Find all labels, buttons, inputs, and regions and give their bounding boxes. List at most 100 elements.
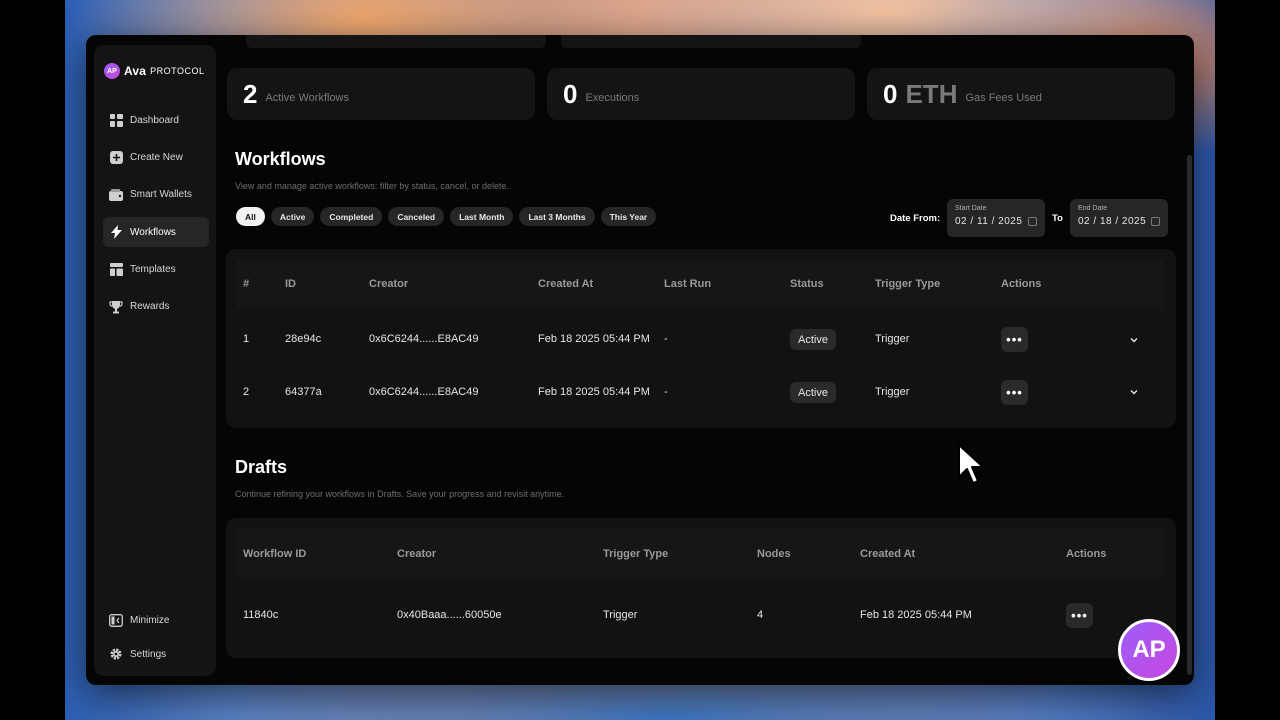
- workflows-subtitle: View and manage active workflows: filter…: [235, 181, 509, 191]
- end-date-picker[interactable]: End Date 02 / 18 / 2025: [1070, 199, 1168, 237]
- brand-name-sub: PROTOCOL: [150, 66, 205, 76]
- top-card-ghost: [246, 35, 546, 48]
- wallet-icon: [109, 188, 123, 202]
- trigger-type: Trigger: [875, 386, 910, 398]
- stat-executions: 0 Executions: [547, 68, 855, 120]
- creator-address: 0x6C6244......E8AC49: [369, 386, 479, 398]
- col-header: ID: [285, 278, 296, 290]
- more-actions-button[interactable]: •••: [1066, 603, 1093, 628]
- filter-last-3-months[interactable]: Last 3 Months: [519, 207, 595, 226]
- stat-value: 2: [243, 78, 258, 109]
- col-header: Trigger Type: [603, 548, 669, 560]
- bolt-icon: [109, 225, 123, 240]
- logo-mark-icon: AP: [104, 63, 120, 79]
- draft-workflow-id: 11840c: [243, 609, 279, 621]
- minimize-icon: [109, 613, 123, 627]
- stat-value: 0: [883, 78, 898, 109]
- trigger-type: Trigger: [603, 609, 638, 621]
- col-header: Status: [790, 278, 824, 290]
- dashboard-icon: [109, 113, 123, 127]
- sidebar: AP Ava PROTOCOL Dashboard Create New Sma…: [94, 45, 216, 676]
- sidebar-item-create-new[interactable]: Create New: [103, 142, 209, 172]
- col-header: #: [243, 278, 250, 290]
- minimize-button[interactable]: Minimize: [103, 605, 209, 635]
- col-header: Nodes: [757, 548, 791, 560]
- creator-address: 0x40Baaa......60050e: [397, 609, 502, 621]
- col-header: Last Run: [664, 278, 712, 290]
- more-actions-button[interactable]: •••: [1001, 380, 1028, 405]
- brand-name: Ava: [124, 64, 147, 78]
- workflows-table: # ID Creator Created At Last Run Status …: [226, 249, 1176, 428]
- top-card-ghost: [561, 35, 861, 48]
- created-at: Feb 18 2025 05:44 PM: [538, 333, 650, 345]
- template-icon: [109, 263, 123, 277]
- sidebar-item-label: Smart Wallets: [130, 189, 192, 201]
- mouse-cursor-icon: [958, 444, 984, 484]
- sidebar-item-workflows[interactable]: Workflows: [103, 217, 209, 248]
- sidebar-item-label: Settings: [130, 648, 167, 660]
- workflow-id: 28e94c: [285, 333, 322, 345]
- last-run: -: [664, 333, 668, 345]
- filter-all[interactable]: All: [236, 207, 265, 226]
- trophy-icon: [109, 300, 123, 314]
- corner-logo-badge: AP: [1118, 619, 1180, 681]
- scrollbar[interactable]: [1187, 155, 1192, 675]
- drafts-subtitle: Continue refining your workflows in Draf…: [235, 489, 565, 499]
- letterbox-left: [0, 0, 65, 720]
- row-number: 1: [243, 333, 250, 345]
- stat-unit: ETH: [905, 78, 958, 109]
- status-badge: Active: [790, 329, 836, 350]
- sidebar-item-label: Create New: [130, 151, 183, 163]
- calendar-icon[interactable]: [1028, 217, 1037, 226]
- sidebar-item-dashboard[interactable]: Dashboard: [103, 105, 209, 135]
- sidebar-item-label: Rewards: [130, 301, 170, 313]
- stat-value: 0: [563, 78, 578, 109]
- more-actions-button[interactable]: •••: [1001, 327, 1028, 352]
- sidebar-item-label: Templates: [130, 264, 176, 276]
- filter-canceled[interactable]: Canceled: [388, 207, 445, 226]
- letterbox-right: [1215, 0, 1280, 720]
- col-header: Creator: [397, 548, 437, 560]
- brand-logo[interactable]: AP Ava PROTOCOL: [104, 63, 205, 79]
- to-label: To: [1052, 213, 1063, 224]
- start-date-picker[interactable]: Start Date 02 / 11 / 2025: [947, 199, 1045, 237]
- stat-label: Gas Fees Used: [965, 92, 1042, 104]
- start-date-value: 02 / 11 / 2025: [955, 216, 1023, 227]
- stat-gas-fees: 0 ETH Gas Fees Used: [867, 68, 1175, 120]
- col-header: Created At: [860, 548, 916, 560]
- filter-this-year[interactable]: This Year: [600, 207, 657, 226]
- stat-label: Active Workflows: [265, 92, 350, 104]
- filter-completed[interactable]: Completed: [320, 207, 383, 226]
- col-header: Created At: [538, 278, 594, 290]
- filter-active[interactable]: Active: [270, 207, 315, 226]
- settings-button[interactable]: Settings: [103, 639, 209, 669]
- chevron-down-icon[interactable]: [1129, 387, 1139, 397]
- col-header: Creator: [369, 278, 409, 290]
- calendar-icon[interactable]: [1151, 217, 1160, 226]
- created-at: Feb 18 2025 05:44 PM: [860, 609, 972, 621]
- sidebar-nav: Dashboard Create New Smart Wallets Workf…: [103, 105, 209, 329]
- col-header: Actions: [1066, 548, 1107, 560]
- sidebar-item-smart-wallets[interactable]: Smart Wallets: [103, 180, 209, 210]
- last-run: -: [664, 386, 668, 398]
- app-window: AP Ava PROTOCOL Dashboard Create New Sma…: [86, 35, 1194, 685]
- chevron-down-icon[interactable]: [1129, 335, 1139, 345]
- workflow-id: 64377a: [285, 386, 322, 398]
- sidebar-item-templates[interactable]: Templates: [103, 255, 209, 285]
- date-from-label: Date From:: [890, 213, 941, 224]
- start-date-label: Start Date: [955, 205, 987, 212]
- sidebar-item-rewards[interactable]: Rewards: [103, 292, 209, 322]
- sidebar-item-label: Minimize: [130, 614, 170, 626]
- created-at: Feb 18 2025 05:44 PM: [538, 386, 650, 398]
- col-header: Actions: [1001, 278, 1042, 290]
- filter-last-month[interactable]: Last Month: [450, 207, 514, 226]
- drafts-title: Drafts: [235, 457, 288, 477]
- sidebar-item-label: Dashboard: [130, 114, 179, 126]
- sidebar-bottom: Minimize Settings: [103, 605, 209, 673]
- status-badge: Active: [790, 382, 836, 403]
- row-number: 2: [243, 386, 250, 398]
- col-header: Trigger Type: [875, 278, 941, 290]
- status-filters: All Active Completed Canceled Last Month…: [236, 207, 657, 226]
- main-content: 2 Active Workflows 0 Executions 0 ETH Ga…: [226, 35, 1184, 685]
- gear-icon: [109, 647, 123, 661]
